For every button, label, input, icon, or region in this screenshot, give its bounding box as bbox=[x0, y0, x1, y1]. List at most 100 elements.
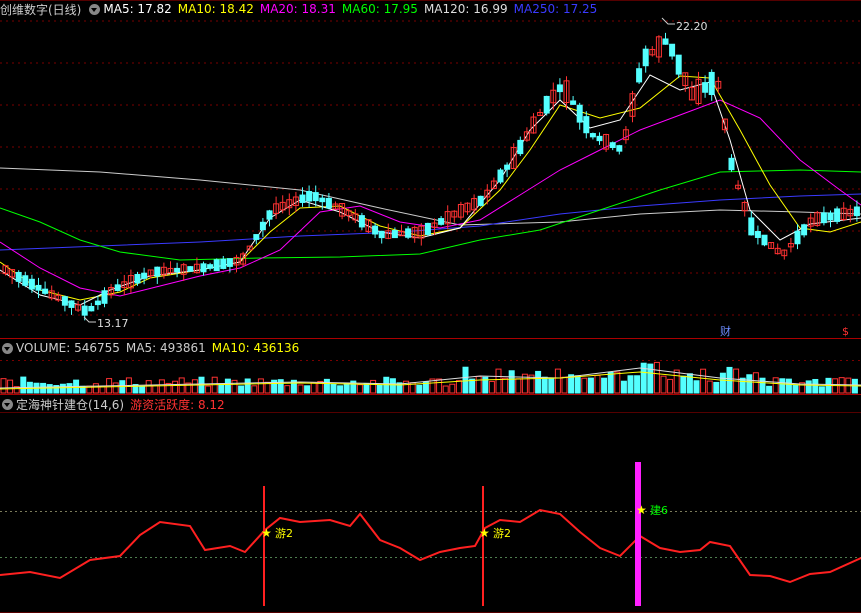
volume-bar bbox=[653, 361, 660, 394]
candlestick bbox=[253, 234, 260, 240]
volume-bar bbox=[277, 379, 284, 394]
volume-bar bbox=[614, 371, 621, 394]
candlestick bbox=[596, 135, 603, 142]
volume-bar bbox=[218, 383, 225, 394]
volume-bar bbox=[244, 378, 251, 394]
candlestick bbox=[438, 218, 445, 225]
volume-bar bbox=[191, 379, 198, 394]
indicator-dropdown-icon[interactable] bbox=[2, 398, 13, 410]
volume-bar bbox=[323, 378, 330, 394]
volume-bar bbox=[488, 380, 495, 394]
volume-bar bbox=[660, 375, 667, 394]
volume-bar bbox=[343, 382, 350, 394]
volume-bar bbox=[310, 382, 317, 394]
volume-bar bbox=[502, 377, 509, 394]
candlestick bbox=[589, 133, 596, 138]
indicator-lines bbox=[0, 462, 861, 606]
candlestick bbox=[259, 221, 266, 231]
candlestick bbox=[497, 169, 504, 183]
volume-bar bbox=[818, 386, 825, 394]
indicator-line bbox=[0, 508, 861, 584]
candlestick bbox=[853, 206, 860, 217]
candlestick bbox=[101, 290, 108, 304]
volume-bar bbox=[389, 378, 396, 394]
volume-bar bbox=[257, 378, 264, 394]
volume-bar bbox=[792, 384, 799, 394]
volume-bar bbox=[455, 380, 462, 394]
volume-bar bbox=[548, 377, 555, 394]
chart-canvas[interactable]: 22.2013.17财 $★ 游2 ★ 游2★ 建6 bbox=[0, 0, 861, 613]
candlestick bbox=[517, 139, 524, 155]
volume-bar bbox=[297, 384, 304, 394]
volume-ma5: MA5: 493861 bbox=[125, 341, 206, 355]
ma60-line bbox=[0, 169, 861, 261]
volume-bar bbox=[449, 383, 456, 394]
volume-bar bbox=[587, 377, 594, 394]
volume-bar bbox=[785, 378, 792, 394]
signal-label-1: 游2 bbox=[493, 527, 511, 540]
candlestick bbox=[669, 43, 676, 57]
candlestick bbox=[226, 258, 233, 267]
candlestick bbox=[662, 38, 669, 45]
volume-bar bbox=[475, 375, 482, 394]
candlestick bbox=[642, 48, 649, 67]
candlestick bbox=[154, 266, 161, 277]
indicator-value: 游资活跃度: 8.12 bbox=[130, 397, 225, 412]
volume-bar bbox=[574, 375, 581, 394]
volume-bar bbox=[779, 378, 786, 394]
volume-bar bbox=[673, 369, 680, 394]
volume-bar bbox=[607, 371, 614, 394]
candlestick bbox=[477, 195, 484, 206]
volume-bar bbox=[158, 379, 165, 394]
volume-bar bbox=[634, 375, 641, 394]
volume-bar bbox=[442, 385, 449, 394]
high-price-label: 22.20 bbox=[676, 20, 708, 33]
candlestick bbox=[15, 271, 22, 282]
candlestick bbox=[372, 225, 379, 235]
candlestick bbox=[583, 116, 590, 134]
volume-bar bbox=[416, 384, 423, 394]
candlestick bbox=[378, 230, 385, 239]
signal-label-2: 建6 bbox=[650, 503, 668, 517]
candlestick bbox=[834, 208, 841, 222]
volume-value: VOLUME: 546755 bbox=[16, 341, 120, 355]
ma5-line bbox=[0, 74, 861, 306]
candlestick bbox=[200, 263, 207, 273]
ma20-line bbox=[0, 99, 861, 297]
candlestick bbox=[761, 234, 768, 246]
candlestick bbox=[174, 267, 181, 273]
volume-dropdown-icon[interactable] bbox=[2, 342, 13, 354]
volume-bar bbox=[627, 375, 634, 394]
candlestick bbox=[728, 157, 735, 171]
candlestick bbox=[794, 230, 801, 245]
candlestick bbox=[636, 68, 643, 83]
candlestick bbox=[358, 215, 365, 228]
volume-bar bbox=[251, 385, 258, 394]
volume-bar bbox=[370, 379, 377, 394]
volume-bars bbox=[0, 361, 861, 394]
volume-bar bbox=[7, 379, 14, 394]
volume-bar bbox=[20, 376, 27, 394]
volume-bar bbox=[205, 385, 212, 394]
volume-bar bbox=[436, 378, 443, 394]
candlestick bbox=[114, 284, 121, 291]
volume-bar bbox=[376, 384, 383, 394]
volume-bar bbox=[812, 378, 819, 394]
signal-star-icon: ★ bbox=[479, 526, 490, 540]
candlestick bbox=[616, 145, 623, 152]
volume-bar bbox=[356, 384, 363, 394]
volume-bar bbox=[647, 363, 654, 394]
candlestick bbox=[504, 164, 511, 170]
volume-bar bbox=[554, 368, 561, 394]
candlestick bbox=[22, 275, 29, 286]
signal-star-icon: ★ bbox=[636, 503, 647, 517]
volume-bar bbox=[337, 385, 344, 394]
candlestick bbox=[424, 222, 431, 235]
candlestick bbox=[801, 224, 808, 236]
volume-bar bbox=[535, 370, 542, 394]
volume-bar bbox=[541, 376, 548, 394]
candlestick bbox=[88, 305, 95, 312]
candlestick bbox=[827, 212, 834, 221]
finance-marker: 财 bbox=[720, 324, 731, 338]
volume-bar bbox=[594, 374, 601, 394]
